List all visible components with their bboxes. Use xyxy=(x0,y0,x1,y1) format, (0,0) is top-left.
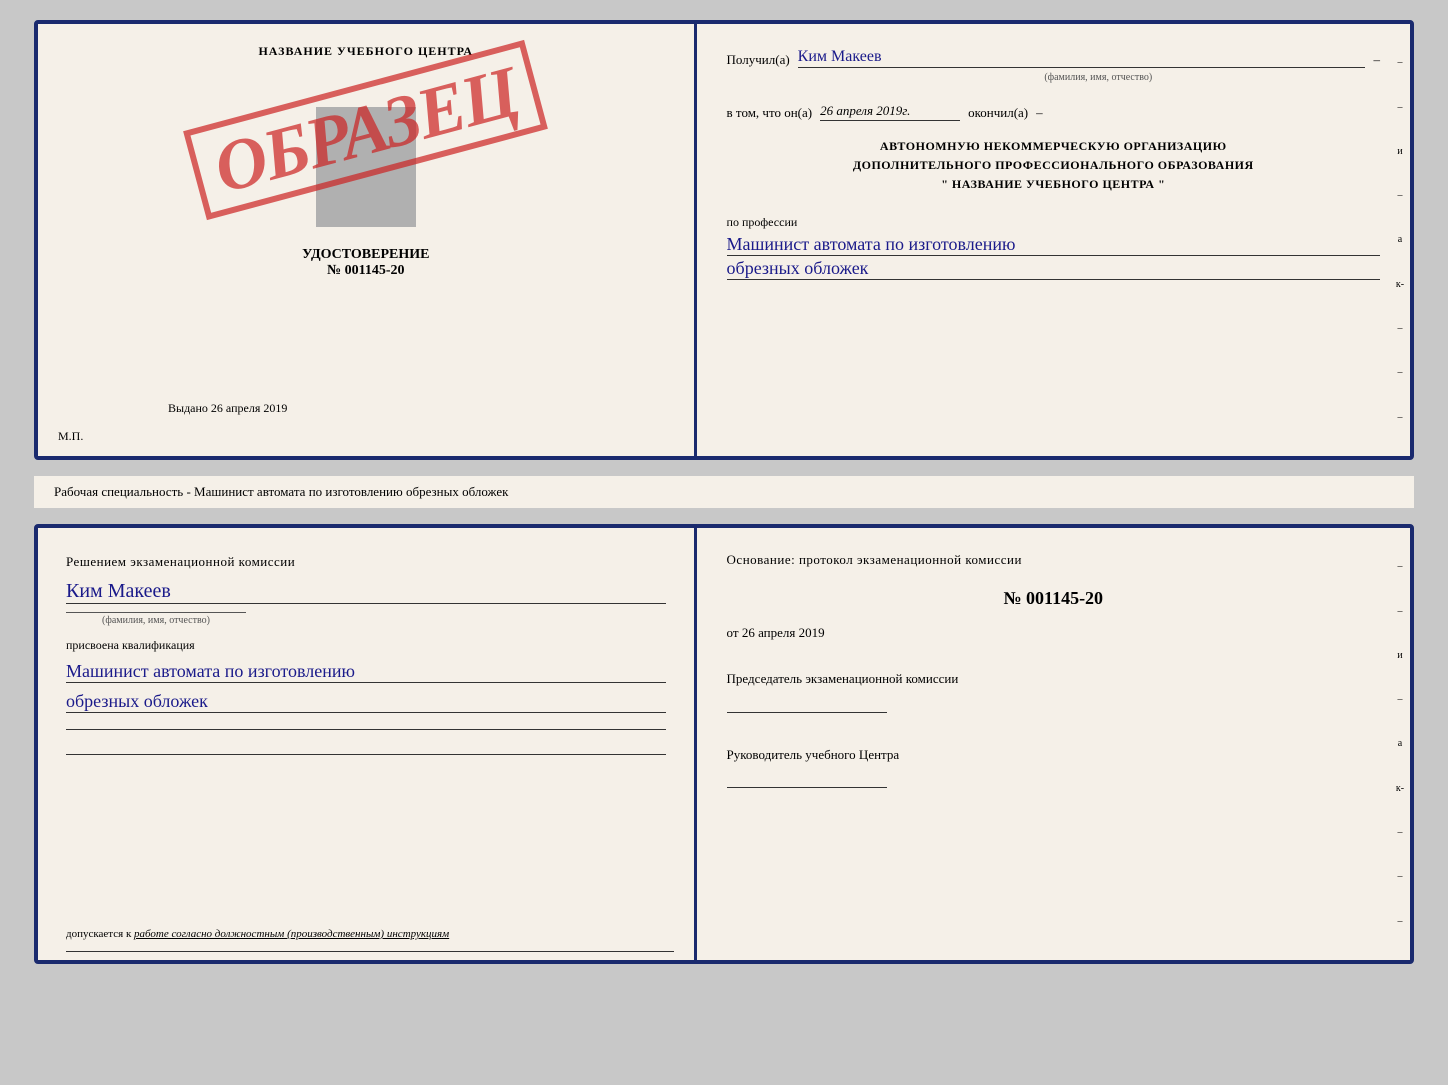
qual-side-mark-8: – xyxy=(1397,871,1402,882)
profession-label: по профессии xyxy=(727,215,1380,230)
document-container: НАЗВАНИЕ УЧЕБНОГО ЦЕНТРА ОБРАЗЕЦ УДОСТОВ… xyxy=(34,20,1414,964)
rukovoditel-block: Руководитель учебного Центра xyxy=(727,745,1380,789)
predsedatel-label: Председатель экзаменационной комиссии xyxy=(727,669,1380,689)
side-mark-4: – xyxy=(1397,190,1402,201)
side-mark-9: – xyxy=(1397,412,1402,423)
dopuskaetsya-block: допускается к работе согласно должностны… xyxy=(66,928,674,940)
qual-side-mark-4: – xyxy=(1397,694,1402,705)
vtom-date: 26 апреля 2019г. xyxy=(820,103,960,121)
qualification-book: Решением экзаменационной комиссии Ким Ма… xyxy=(34,524,1414,964)
qual-side-mark-5: а xyxy=(1398,738,1402,749)
dash2: – xyxy=(1036,105,1043,121)
side-mark-2: – xyxy=(1397,102,1402,113)
org-line3: " НАЗВАНИЕ УЧЕБНОГО ЦЕНТРА " xyxy=(727,175,1380,194)
cert-side-marks: – – и – а к- – – – xyxy=(1390,24,1410,456)
sign-line-2 xyxy=(66,754,666,755)
cert-body: УДОСТОВЕРЕНИЕ № 001145-20 xyxy=(302,247,429,279)
poluchil-row: Получил(а) Ким Макеев – xyxy=(727,48,1380,68)
qual-right-page: Основание: протокол экзаменационной коми… xyxy=(697,528,1410,960)
profession-block: по профессии Машинист автомата по изгото… xyxy=(727,215,1380,280)
certificate-book: НАЗВАНИЕ УЧЕБНОГО ЦЕНТРА ОБРАЗЕЦ УДОСТОВ… xyxy=(34,20,1414,460)
side-mark-6: к- xyxy=(1396,279,1404,290)
org-block: АВТОНОМНУЮ НЕКОММЕРЧЕСКУЮ ОРГАНИЗАЦИЮ ДО… xyxy=(727,137,1380,195)
poluchil-name: Ким Макеев xyxy=(798,48,1366,68)
qual-side-mark-6: к- xyxy=(1396,783,1404,794)
org-line2: ДОПОЛНИТЕЛЬНОГО ПРОФЕССИОНАЛЬНОГО ОБРАЗО… xyxy=(727,156,1380,175)
cert-left-page: НАЗВАНИЕ УЧЕБНОГО ЦЕНТРА ОБРАЗЕЦ УДОСТОВ… xyxy=(38,24,697,456)
vydano-label: Выдано xyxy=(168,401,208,415)
vydano-date: 26 апреля 2019 xyxy=(211,401,287,415)
cert-school-title: НАЗВАНИЕ УЧЕБНОГО ЦЕНТРА xyxy=(258,44,473,59)
rukovoditel-label: Руководитель учебного Центра xyxy=(727,745,1380,765)
qual-side-marks: – – и – а к- – – – xyxy=(1390,528,1410,960)
dopuskaetsya-label: допускается к xyxy=(66,928,131,940)
subtitle-text: Рабочая специальность - Машинист автомат… xyxy=(54,484,508,499)
ot-date-line: от 26 апреля 2019 xyxy=(727,625,1380,641)
vtom-label: в том, что он(а) xyxy=(727,105,813,121)
qual-fio-label: (фамилия, имя, отчество) xyxy=(66,612,246,626)
side-mark-8: – xyxy=(1397,367,1402,378)
qual-name: Ким Макеев xyxy=(66,580,666,604)
org-line1: АВТОНОМНУЮ НЕКОММЕРЧЕСКУЮ ОРГАНИЗАЦИЮ xyxy=(727,137,1380,156)
cert-vydano: Выдано 26 апреля 2019 xyxy=(168,401,287,416)
side-mark-1: – xyxy=(1397,57,1402,68)
obrazec-stamp: ОБРАЗЕЦ xyxy=(58,84,674,176)
side-mark-7: – xyxy=(1397,323,1402,334)
cert-mp: М.П. xyxy=(58,429,83,444)
osnov-label: Основание: протокол экзаменационной коми… xyxy=(727,552,1380,568)
qual-profession1: Машинист автомата по изготовлению xyxy=(66,661,666,683)
vtom-row: в том, что он(а) 26 апреля 2019г. окончи… xyxy=(727,103,1380,121)
fio-label: (фамилия, имя, отчество) xyxy=(817,72,1380,83)
qual-side-mark-3: и xyxy=(1397,650,1402,661)
ot-date: 26 апреля 2019 xyxy=(742,625,825,640)
predsedatel-sign-line xyxy=(727,693,887,713)
dash1: – xyxy=(1373,52,1380,68)
profession-value2: обрезных обложек xyxy=(727,258,1380,280)
protocol-num: № 001145-20 xyxy=(727,588,1380,609)
poluchil-label: Получил(а) xyxy=(727,52,790,68)
cert-number: № 001145-20 xyxy=(302,263,429,279)
udostoverenie-label: УДОСТОВЕРЕНИЕ xyxy=(302,247,429,263)
qual-side-mark-7: – xyxy=(1397,827,1402,838)
side-mark-3: и xyxy=(1397,146,1402,157)
qual-profession2: обрезных обложек xyxy=(66,691,666,713)
cert-right-page: Получил(а) Ким Макеев – (фамилия, имя, о… xyxy=(697,24,1410,456)
sign-line-1 xyxy=(66,729,666,730)
okonchil-label: окончил(а) xyxy=(968,105,1028,121)
qual-side-mark-2: – xyxy=(1397,606,1402,617)
profession-value1: Машинист автомата по изготовлению xyxy=(727,234,1380,256)
ot-label: от xyxy=(727,625,739,640)
dopuskaetsya-value: работе согласно должностным (производств… xyxy=(134,928,449,940)
bottom-sign-line xyxy=(66,951,674,952)
predsedatel-block: Председатель экзаменационной комиссии xyxy=(727,669,1380,713)
qual-side-mark-9: – xyxy=(1397,916,1402,927)
subtitle-line: Рабочая специальность - Машинист автомат… xyxy=(34,476,1414,508)
qual-left-page: Решением экзаменационной комиссии Ким Ма… xyxy=(38,528,697,960)
side-mark-5: а xyxy=(1398,234,1402,245)
qual-side-mark-1: – xyxy=(1397,561,1402,572)
rukovoditel-sign-line xyxy=(727,768,887,788)
prisvoena-label: присвоена квалификация xyxy=(66,638,666,653)
resheniem-label: Решением экзаменационной комиссии xyxy=(66,552,666,572)
